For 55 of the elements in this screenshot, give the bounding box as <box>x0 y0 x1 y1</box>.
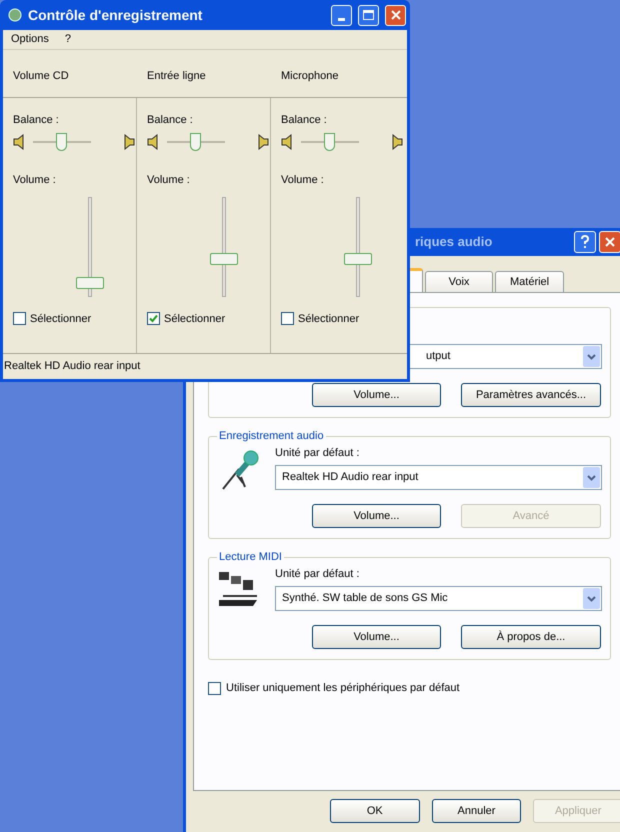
checkbox[interactable] <box>147 312 160 326</box>
slider-thumb[interactable] <box>56 133 67 151</box>
dialog-button[interactable]: Annuler <box>432 799 522 823</box>
channel-name: Volume CD <box>12 69 70 84</box>
dialog-button[interactable]: Paramètres avancés... <box>461 383 601 407</box>
checkbox-label: Sélectionner <box>298 312 360 326</box>
checkbox-label: Sélectionner <box>30 312 92 326</box>
volume-label: Volume : <box>13 173 57 188</box>
tab[interactable]: Matériel <box>495 271 564 292</box>
device-label: Unité par défaut : <box>275 566 360 582</box>
dropdown-value: utput <box>425 349 452 364</box>
dialog-button[interactable]: Volume... <box>312 383 441 407</box>
maximize-button[interactable] <box>358 4 379 26</box>
slider-thumb[interactable] <box>76 276 104 289</box>
slider-thumb[interactable] <box>344 253 372 266</box>
group-title: Lecture MIDI <box>218 550 283 565</box>
slider-thumb[interactable] <box>324 133 335 151</box>
window-title: Contrôle d'enregistrement <box>28 6 204 25</box>
device-label: Unité par défaut : <box>275 446 360 460</box>
close-icon <box>605 237 615 247</box>
slider-thumb[interactable] <box>210 253 238 266</box>
window-title: riques audio <box>415 233 492 252</box>
balance-label: Balance : <box>147 112 194 128</box>
menu-item[interactable]: Options <box>11 31 49 48</box>
channel-name: Microphone <box>280 69 340 84</box>
dropdown-value: Synthé. SW table de sons GS Mic <box>281 591 449 606</box>
menu-item[interactable]: ? <box>64 31 72 48</box>
close-button[interactable] <box>385 4 406 26</box>
channel-name: Entrée ligne <box>146 69 207 84</box>
device-dropdown[interactable]: Synthé. SW table de sons GS Mic <box>275 586 602 611</box>
checkbox[interactable] <box>13 312 26 326</box>
checkbox[interactable] <box>281 312 294 326</box>
group-title: Enregistrement audio <box>218 429 325 444</box>
app-icon <box>8 8 22 22</box>
dialog-button[interactable]: OK <box>330 799 420 823</box>
dialog-button[interactable]: Volume... <box>312 504 441 528</box>
balance-label: Balance : <box>281 112 328 128</box>
help-icon <box>580 235 590 249</box>
volume-label: Volume : <box>281 173 325 188</box>
dialog-button[interactable]: À propos de... <box>461 625 601 649</box>
checkbox-label: Utiliser uniquement les périphériques par défaut <box>226 681 460 696</box>
close-icon <box>390 10 400 20</box>
dropdown-value: Realtek HD Audio rear input <box>281 470 420 486</box>
status-bar: Realtek HD Audio rear input <box>3 353 407 379</box>
device-dropdown[interactable]: Realtek HD Audio rear input <box>275 465 602 490</box>
tab[interactable]: Voix <box>425 271 493 292</box>
help-button[interactable] <box>574 231 596 253</box>
checkbox[interactable] <box>208 682 221 695</box>
dialog-button[interactable]: Volume... <box>312 625 441 649</box>
checkbox-label: Sélectionner <box>164 312 226 326</box>
minimize-button[interactable] <box>331 4 352 26</box>
volume-label: Volume : <box>147 173 191 188</box>
slider-thumb[interactable] <box>190 133 201 151</box>
balance-label: Balance : <box>13 112 60 128</box>
close-button[interactable] <box>599 231 620 253</box>
